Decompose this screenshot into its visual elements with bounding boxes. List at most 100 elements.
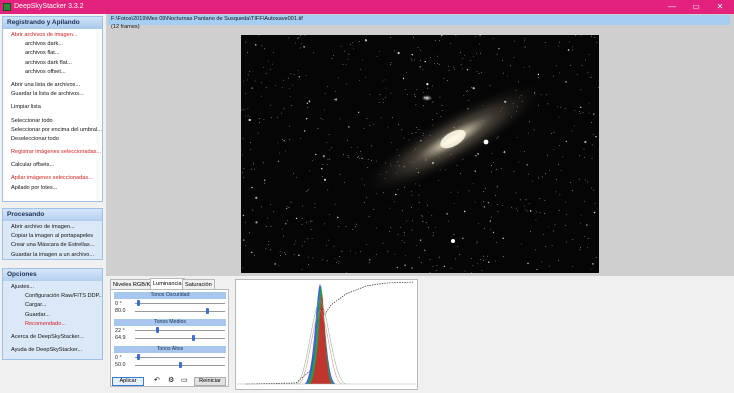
star xyxy=(594,203,596,204)
registering-item[interactable]: Apilado por lotes... xyxy=(11,184,102,193)
star xyxy=(587,247,588,249)
registering-item[interactable]: Registrar imágenes seleccionadas... xyxy=(11,148,102,157)
processing-header[interactable]: Procesando xyxy=(3,209,102,221)
slider-thumb[interactable] xyxy=(155,327,159,333)
star xyxy=(285,150,286,152)
star xyxy=(553,75,554,77)
processing-item[interactable]: Abrir archivo de imagen... xyxy=(11,223,102,232)
slider-thumb[interactable] xyxy=(136,354,140,360)
slider-thumb[interactable] xyxy=(191,335,195,341)
mid-angle-slider[interactable] xyxy=(135,327,225,333)
star xyxy=(537,268,539,270)
star xyxy=(277,160,280,163)
tab-rgb-levels[interactable]: Niveles RGB/K xyxy=(110,279,154,289)
options-item[interactable]: Guardar... xyxy=(11,311,102,320)
mid-value-slider[interactable] xyxy=(135,335,225,341)
star xyxy=(346,139,348,141)
star xyxy=(360,68,362,70)
star xyxy=(307,238,309,240)
star xyxy=(280,112,282,114)
tab-luminance[interactable]: Luminancia xyxy=(150,278,185,289)
star xyxy=(385,97,386,98)
star xyxy=(459,254,461,256)
registering-item[interactable]: Deseleccionar todo xyxy=(11,135,102,144)
apply-button[interactable]: Aplicar xyxy=(112,377,144,386)
star xyxy=(327,189,329,191)
star xyxy=(279,251,281,253)
registering-item[interactable]: Seleccionar por encima del umbral... xyxy=(11,126,102,135)
star xyxy=(299,47,301,49)
slider-thumb[interactable] xyxy=(136,300,140,306)
star xyxy=(582,111,584,113)
options-item[interactable]: Ayuda de DeepSkyStacker... xyxy=(11,346,102,355)
star xyxy=(368,216,370,218)
slider-thumb[interactable] xyxy=(178,362,182,368)
tab-saturation[interactable]: Saturación xyxy=(182,279,215,289)
image-viewer[interactable] xyxy=(241,35,599,273)
registering-item[interactable]: archivos flat... xyxy=(11,49,102,58)
registering-item[interactable]: Calcular offsets... xyxy=(11,161,102,170)
options-item[interactable]: Cargar... xyxy=(11,301,102,310)
options-item[interactable]: Acerca de DeepSkyStacker... xyxy=(11,333,102,342)
slider-thumb[interactable] xyxy=(206,308,210,314)
image-icon[interactable]: ▭ xyxy=(181,376,188,384)
star xyxy=(496,185,498,187)
star xyxy=(580,247,581,249)
registering-item[interactable]: Guardar la lista de archivos... xyxy=(11,90,102,99)
reset-button[interactable]: Reiniciar xyxy=(194,377,226,386)
star xyxy=(403,242,405,244)
options-item[interactable]: Ajustes... xyxy=(11,283,102,292)
star xyxy=(431,214,433,216)
processing-item[interactable]: Copiar la imagen al portapapeles xyxy=(11,232,102,241)
star xyxy=(341,250,343,252)
dark-angle-slider[interactable] xyxy=(135,300,225,306)
registering-header[interactable]: Registrando y Apilando xyxy=(3,17,102,29)
star xyxy=(516,207,517,209)
undo-icon[interactable]: ↶ xyxy=(154,376,160,384)
minimize-icon[interactable]: — xyxy=(660,0,684,14)
processing-item[interactable]: Guardar la imagen a un archivo... xyxy=(11,251,102,260)
high-value-slider[interactable] xyxy=(135,362,225,368)
star xyxy=(314,207,316,209)
star xyxy=(303,46,305,48)
star xyxy=(298,37,300,39)
star xyxy=(415,96,416,98)
dark-value-slider[interactable] xyxy=(135,308,225,314)
star xyxy=(242,154,244,156)
registering-item[interactable]: Seleccionar todo xyxy=(11,117,102,126)
star xyxy=(357,157,358,158)
star xyxy=(527,132,529,134)
star xyxy=(587,71,589,73)
star xyxy=(417,47,419,48)
star xyxy=(478,154,479,156)
registering-item[interactable]: Abrir archivos de imagen... xyxy=(11,31,102,40)
processing-item[interactable]: Crear una Máscara de Estrellas... xyxy=(11,241,102,250)
star xyxy=(339,256,340,257)
star xyxy=(283,79,284,81)
star xyxy=(460,173,461,175)
star xyxy=(247,115,249,117)
star xyxy=(567,49,570,51)
options-item[interactable]: Configuración Raw/FITS DDP... xyxy=(11,292,102,301)
star xyxy=(255,44,257,46)
adjust-panel: Niveles RGB/K Luminancia Saturación Tono… xyxy=(106,276,734,393)
star xyxy=(245,41,247,43)
settings-icon[interactable]: ⚙ xyxy=(168,376,174,384)
registering-item[interactable]: Apilar imágenes seleccionadas... xyxy=(11,174,102,183)
registering-item[interactable]: archivos offset... xyxy=(11,68,102,77)
high-angle-slider[interactable] xyxy=(135,354,225,360)
star xyxy=(358,158,360,159)
maximize-icon[interactable]: ▭ xyxy=(684,0,708,14)
star xyxy=(321,169,323,171)
star xyxy=(261,206,262,208)
registering-item[interactable]: Abrir una lista de archivos... xyxy=(11,81,102,90)
options-header[interactable]: Opciones xyxy=(3,269,102,281)
star xyxy=(322,118,324,120)
close-icon[interactable]: ✕ xyxy=(708,0,732,14)
star xyxy=(414,94,415,96)
options-item[interactable]: Recomendado... xyxy=(11,320,102,329)
registering-item[interactable]: Limpiar lista xyxy=(11,103,102,112)
registering-item[interactable]: archivos dark flat... xyxy=(11,59,102,68)
registering-item[interactable]: archivos dark... xyxy=(11,40,102,49)
star xyxy=(544,42,546,43)
